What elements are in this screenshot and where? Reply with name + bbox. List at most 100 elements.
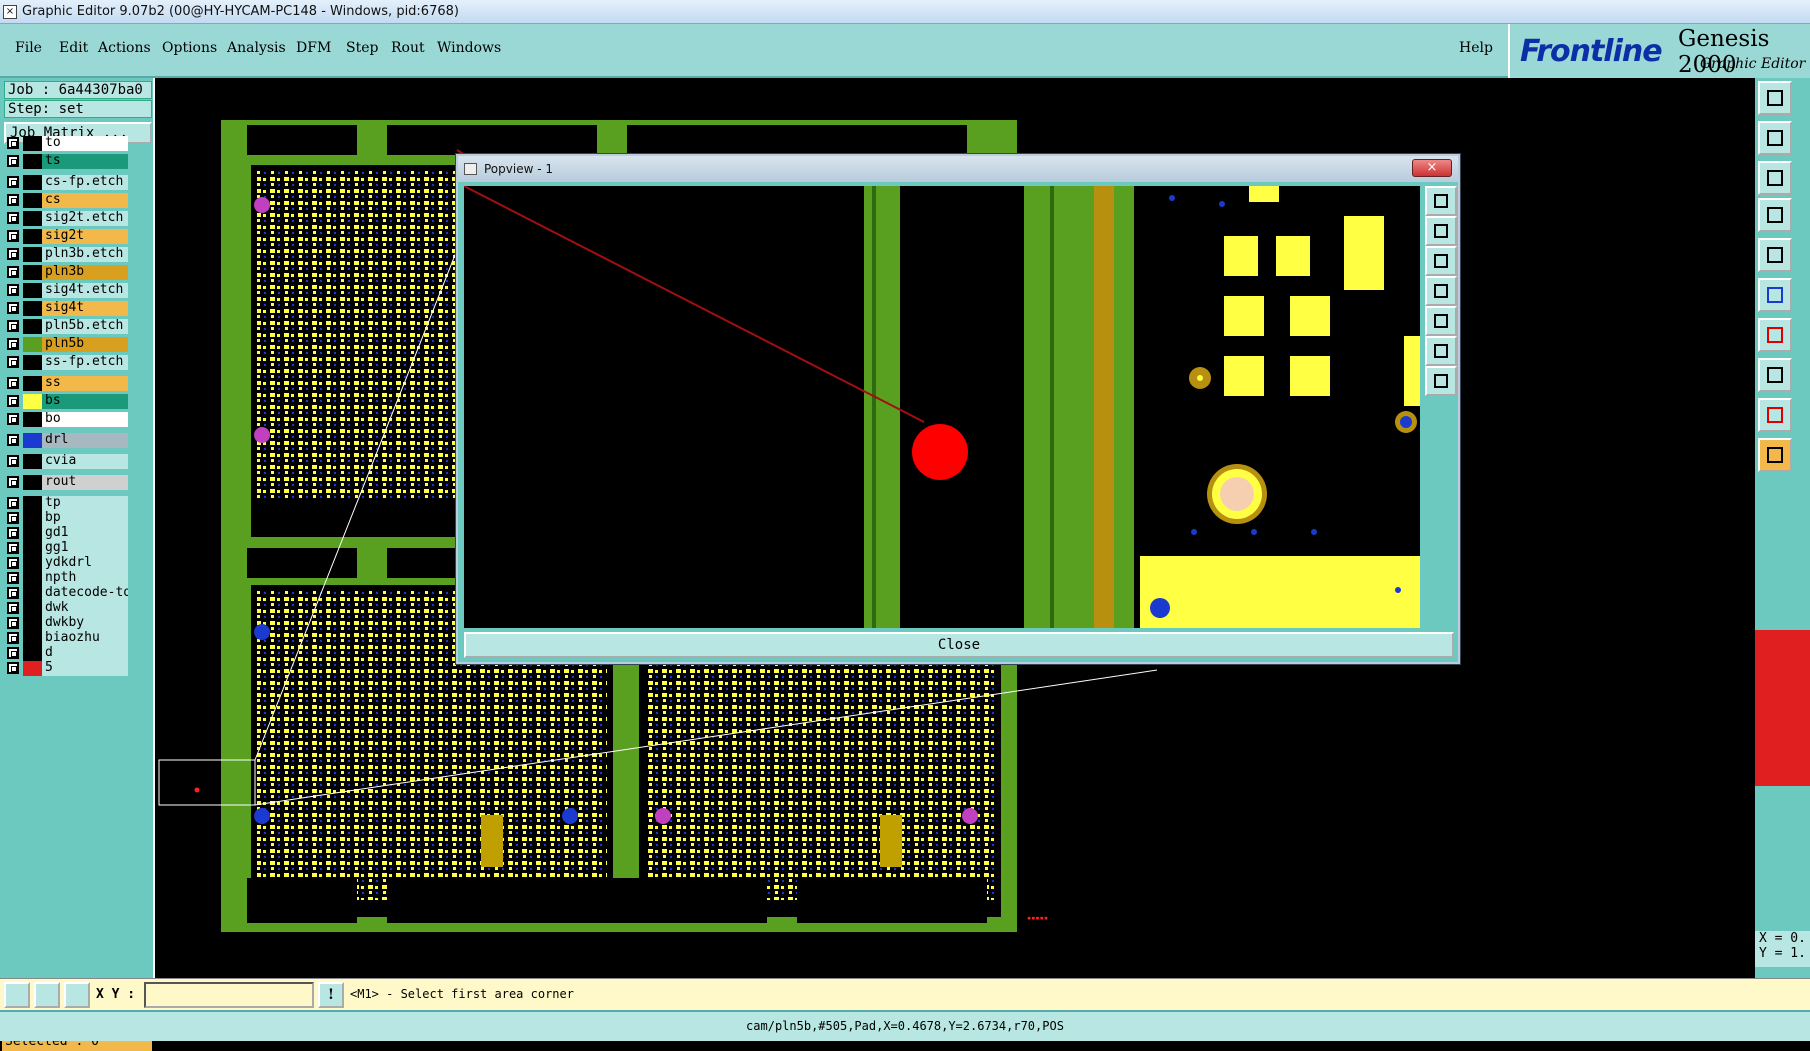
layer-row[interactable]: rout [6, 475, 128, 490]
popview-pan-up-button[interactable] [1425, 216, 1457, 246]
layer-checkbox[interactable] [7, 377, 19, 389]
layer-row[interactable]: sig2t.etch [6, 211, 128, 226]
draw-mode-button[interactable] [4, 982, 30, 1008]
layer-checkbox[interactable] [7, 632, 19, 644]
layer-checkbox[interactable] [7, 302, 19, 314]
layer-row[interactable]: npth [6, 571, 128, 586]
popview-pan-right-button[interactable] [1425, 306, 1457, 336]
layer-row[interactable]: pln3b.etch [6, 247, 128, 262]
layer-checkbox[interactable] [7, 320, 19, 332]
angle-button[interactable] [1758, 398, 1792, 432]
layer-checkbox[interactable] [7, 284, 19, 296]
layer-row[interactable]: cvia [6, 454, 128, 469]
layer-row[interactable]: dwkby [6, 616, 128, 631]
layer-checkbox[interactable] [7, 434, 19, 446]
layer-row[interactable]: bs [6, 394, 128, 409]
layer-row[interactable]: to [6, 136, 128, 151]
warning-button[interactable]: ! [318, 982, 344, 1008]
layer-row[interactable]: dwk [6, 601, 128, 616]
layer-checkbox[interactable] [7, 266, 19, 278]
menu-edit[interactable]: Edit [59, 40, 88, 56]
layer-checkbox[interactable] [7, 137, 19, 149]
layer-row[interactable]: ss-fp.etch [6, 355, 128, 370]
fit-button[interactable] [1758, 161, 1792, 195]
layer-row[interactable]: cs [6, 193, 128, 208]
layer-row[interactable]: pln5b.etch [6, 319, 128, 334]
layer-checkbox[interactable] [7, 572, 19, 584]
layer-row[interactable]: pln5b [6, 337, 128, 352]
pad-button[interactable] [1758, 358, 1792, 392]
grid-mode-button[interactable] [64, 982, 90, 1008]
popview-zoom-in-button[interactable] [1425, 186, 1457, 216]
menu-dfm[interactable]: DFM [296, 40, 331, 56]
layer-row[interactable]: biaozhu [6, 631, 128, 646]
layer-checkbox[interactable] [7, 617, 19, 629]
layer-checkbox[interactable] [7, 455, 19, 467]
layer-checkbox[interactable] [7, 230, 19, 242]
layer-checkbox[interactable] [7, 395, 19, 407]
layer-row[interactable]: bp [6, 511, 128, 526]
popview-pan-down-button[interactable] [1425, 246, 1457, 276]
layer-checkbox[interactable] [7, 542, 19, 554]
layer-checkbox[interactable] [7, 647, 19, 659]
layer-row[interactable]: datecode-to [6, 586, 128, 601]
layer-checkbox[interactable] [7, 557, 19, 569]
layer-checkbox[interactable] [7, 476, 19, 488]
layer-checkbox[interactable] [7, 338, 19, 350]
layer-row[interactable]: sig4t.etch [6, 283, 128, 298]
layer-checkbox[interactable] [7, 413, 19, 425]
layer-row[interactable]: drl [6, 433, 128, 448]
highlighted-pad[interactable] [912, 424, 968, 480]
layer-row[interactable]: d [6, 646, 128, 661]
layer-checkbox[interactable] [7, 497, 19, 509]
connect-button[interactable] [1758, 278, 1792, 312]
layer-checkbox[interactable] [7, 356, 19, 368]
layer-row[interactable]: tp [6, 496, 128, 511]
measure-button[interactable] [1758, 318, 1792, 352]
popview-close-x-button[interactable]: × [1412, 159, 1452, 177]
redraw-button[interactable] [1758, 198, 1792, 232]
layer-checkbox[interactable] [7, 176, 19, 188]
layer-row[interactable]: gd1 [6, 526, 128, 541]
zoom-in-button[interactable] [1758, 121, 1792, 155]
layer-checkbox[interactable] [7, 212, 19, 224]
popview-center-button[interactable] [1425, 366, 1457, 396]
layer-row[interactable]: bo [6, 412, 128, 427]
popview-close-button[interactable]: Close [464, 632, 1454, 658]
menu-actions[interactable]: Actions [98, 40, 151, 56]
layer-checkbox[interactable] [7, 527, 19, 539]
layer-row[interactable]: ydkdrl [6, 556, 128, 571]
layer-row[interactable]: pln3b [6, 265, 128, 280]
layer-row[interactable]: cs-fp.etch [6, 175, 128, 190]
menu-windows[interactable]: Windows [437, 40, 501, 56]
layer-row[interactable]: ss [6, 376, 128, 391]
layer-name: pln3b [42, 265, 128, 280]
layer-row[interactable]: sig2t [6, 229, 128, 244]
layer-checkbox[interactable] [7, 602, 19, 614]
menu-help[interactable]: Help [1459, 40, 1493, 56]
menu-file[interactable]: File [15, 40, 42, 56]
measure-mode-button[interactable] [34, 982, 60, 1008]
layer-name: bs [42, 394, 128, 409]
layer-row[interactable]: 5 [6, 661, 128, 676]
snap-button[interactable] [1758, 238, 1792, 272]
popview-pan-left-button[interactable] [1425, 276, 1457, 306]
layer-row[interactable]: gg1 [6, 541, 128, 556]
menu-analysis[interactable]: Analysis [227, 40, 286, 56]
layer-checkbox[interactable] [7, 155, 19, 167]
popview-fit-button[interactable] [1425, 336, 1457, 366]
layer-checkbox[interactable] [7, 587, 19, 599]
menu-rout[interactable]: Rout [391, 40, 425, 56]
layer-row[interactable]: sig4t [6, 301, 128, 316]
layer-checkbox[interactable] [7, 248, 19, 260]
layer-row[interactable]: ts [6, 154, 128, 169]
layer-checkbox[interactable] [7, 512, 19, 524]
select-button[interactable] [1758, 438, 1792, 472]
menu-step[interactable]: Step [346, 40, 378, 56]
xy-input[interactable] [144, 982, 314, 1008]
zoom-home-button[interactable] [1758, 81, 1792, 115]
popview-canvas[interactable] [464, 186, 1420, 628]
layer-checkbox[interactable] [7, 662, 19, 674]
menu-options[interactable]: Options [162, 40, 217, 56]
layer-checkbox[interactable] [7, 194, 19, 206]
